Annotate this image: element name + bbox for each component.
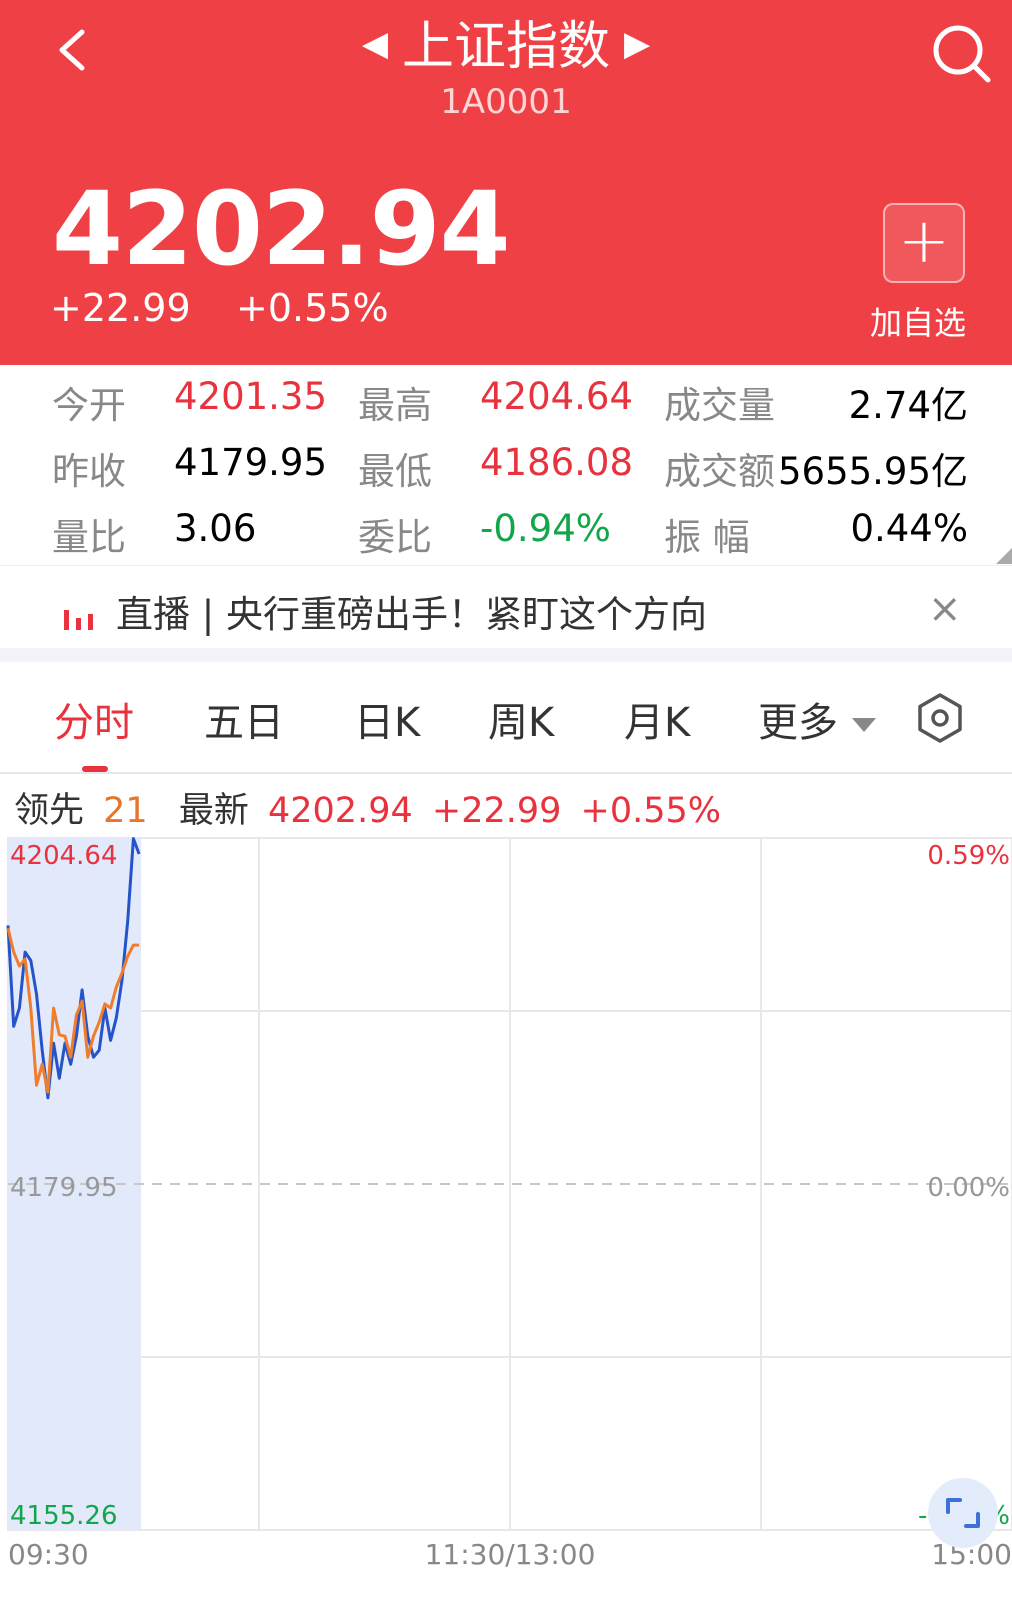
tab-more[interactable]: 更多 (758, 690, 876, 748)
fullscreen-icon[interactable] (928, 1478, 998, 1548)
tab-more-label: 更多 (758, 700, 838, 746)
chart-legend: 领先 21 最新 4202.94 +22.99 +0.55% (14, 782, 729, 833)
next-index-icon[interactable]: ▶ (624, 24, 650, 64)
live-bars-icon (64, 610, 93, 630)
settings-hexagon-icon[interactable] (914, 692, 966, 744)
stats-row: 量比 3.06 委比 -0.94% 振 幅 0.44% (0, 507, 1012, 573)
chart-period-tabs: 分时 五日 日K 周K 月K 更多 (0, 662, 1012, 774)
latest-change: +22.99 (431, 791, 562, 831)
live-banner[interactable]: 直播 | 央行重磅出手！紧盯这个方向 × (0, 565, 1012, 649)
close-icon[interactable]: × (928, 586, 962, 632)
chevron-down-icon (852, 718, 876, 732)
y-axis-label-left: 4179.95 (10, 1173, 118, 1203)
index-code: 1A0001 (440, 82, 572, 122)
low-value: 4186.08 (480, 441, 634, 484)
tab-monthly-k[interactable]: 月K (624, 690, 690, 748)
order-ratio-value: -0.94% (480, 507, 611, 550)
stats-row: 今开 4201.35 最高 4204.64 成交量 2.74亿 (0, 375, 1012, 441)
volume-label: 成交量 (664, 384, 775, 427)
turnover-label: 成交额 (664, 450, 775, 493)
index-name: 上证指数 (401, 17, 610, 77)
order-ratio-label: 委比 (358, 516, 432, 559)
amplitude-value: 0.44% (850, 507, 968, 550)
lead-value: 21 (103, 791, 148, 831)
latest-change-pct: +0.55% (580, 791, 722, 831)
quote-stats: 今开 4201.35 最高 4204.64 成交量 2.74亿 昨收 4179.… (0, 365, 1012, 565)
latest-label: 最新 (178, 791, 249, 831)
active-tab-indicator (82, 766, 108, 772)
lead-label: 领先 (14, 791, 85, 831)
y-axis-label-right: 0.00% (927, 1173, 1010, 1203)
banner-text[interactable]: 直播 | 央行重磅出手！紧盯这个方向 (116, 584, 707, 638)
price-change: +22.99 (50, 286, 191, 330)
stock-header: ◀ 上证指数 ▶ 1A0001 4202.94 +22.99 +0.55% + 加自… (0, 0, 1012, 365)
x-axis-label: 09:30 (8, 1538, 89, 1571)
open-label: 今开 (52, 384, 126, 427)
price-change-percent: +0.55% (236, 286, 389, 330)
add-watchlist-label[interactable]: 加自选 (870, 298, 966, 344)
volume-ratio-label: 量比 (52, 516, 126, 559)
add-watchlist-button[interactable]: + (883, 203, 965, 283)
plus-icon: + (898, 204, 950, 277)
prev-close-value: 4179.95 (174, 441, 328, 484)
prev-index-icon[interactable]: ◀ (362, 24, 388, 64)
index-title[interactable]: ◀ 上证指数 ▶ (0, 4, 1012, 79)
tab-intraday[interactable]: 分时 (54, 690, 134, 748)
tab-weekly-k[interactable]: 周K (488, 690, 554, 748)
current-price: 4202.94 (52, 170, 511, 289)
amplitude-label: 振 幅 (664, 516, 750, 559)
latest-price: 4202.94 (268, 791, 413, 831)
tab-daily-k[interactable]: 日K (354, 690, 420, 748)
tab-five-day[interactable]: 五日 (204, 690, 284, 748)
prev-close-label: 昨收 (52, 450, 126, 493)
stats-row: 昨收 4179.95 最低 4186.08 成交额 5655.95亿 (0, 441, 1012, 507)
search-icon[interactable] (930, 22, 994, 86)
volume-value: 2.74亿 (848, 384, 968, 427)
y-axis-label-left: 4204.64 (10, 841, 118, 871)
low-label: 最低 (358, 450, 432, 493)
x-axis-label: 11:30/13:00 (425, 1538, 596, 1571)
y-axis-label-right: 0.59% (927, 841, 1010, 871)
turnover-value: 5655.95亿 (777, 450, 968, 493)
high-value: 4204.64 (480, 375, 634, 418)
open-value: 4201.35 (174, 375, 328, 418)
volume-ratio-value: 3.06 (174, 507, 257, 550)
section-divider (0, 648, 1012, 662)
y-axis-label-left: 4155.26 (10, 1501, 118, 1531)
intraday-chart[interactable]: 4204.644179.954155.260.59%0.00%-0.59%09:… (0, 836, 1012, 1620)
high-label: 最高 (358, 384, 432, 427)
expand-stats-corner[interactable] (996, 548, 1012, 564)
